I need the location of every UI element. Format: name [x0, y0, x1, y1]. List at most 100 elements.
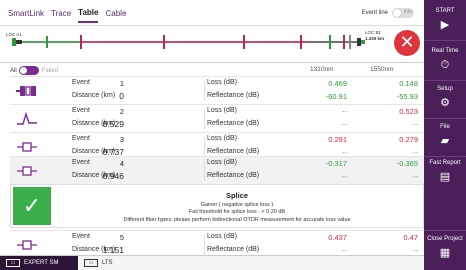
event-number: 1: [119, 79, 124, 88]
detail-title: Splice: [225, 191, 249, 200]
event-lines-label: Event line: [361, 10, 388, 16]
loss-1310: 0.437: [328, 233, 347, 242]
event-table: All Failed 1310nm 1550nm Event Distance …: [10, 64, 424, 255]
divider: [424, 40, 466, 41]
filter-toggle[interactable]: [18, 66, 39, 75]
splice-icon: [16, 137, 38, 157]
event-distance: 1.151: [102, 245, 124, 255]
file-button[interactable]: File ▰: [424, 124, 466, 147]
reflectance-label: Reflectance (dB): [207, 246, 260, 253]
connector-icon: [16, 81, 38, 101]
loss-1310: --: [342, 107, 347, 116]
detail-line: Gainer ( negative splice loss ): [200, 202, 274, 208]
start-button[interactable]: START ▶: [424, 8, 466, 31]
column-divider: [204, 81, 205, 101]
table-row[interactable]: Event Distance (km) 2 0.529 Loss (dB) Re…: [10, 104, 424, 132]
setup-button[interactable]: Setup ⚙: [424, 86, 466, 109]
column-divider: [204, 137, 205, 157]
event-detail-panel: ✓ Splice Gainer ( negative splice loss )…: [10, 184, 424, 228]
tab-lts[interactable]: ▭ LTS: [78, 256, 119, 270]
tab-expert-sm[interactable]: ▭ EXPERT SM: [0, 255, 78, 270]
link-map[interactable]: LOC A1 LOC B1 1.330 km ✕: [0, 27, 424, 61]
reflectance-1310: --: [342, 120, 347, 129]
table-row[interactable]: Event Distance (km) 5 1.151 Loss (dB) Re…: [10, 230, 424, 255]
gear-icon: ⚙: [440, 97, 450, 109]
toggle-knob: [19, 67, 27, 74]
folder-icon: ▰: [440, 135, 450, 147]
event-distance: 0: [119, 91, 124, 101]
column-divider: [204, 161, 205, 181]
table-row-selected[interactable]: Event Distance (km) 4 0.946 Loss (dB) Re…: [10, 156, 424, 184]
loc-a-label: LOC A1: [6, 32, 22, 37]
otdr-module-icon: ▭: [6, 259, 20, 267]
fast-report-button[interactable]: Fast Report ▤: [424, 160, 466, 183]
otdr-app: SmartLink Trace Table Cable Event line I…: [0, 0, 466, 270]
column-divider: [204, 109, 205, 129]
reflectance-label: Reflectance (dB): [207, 148, 260, 155]
loc-b-distance: 1.330 km: [365, 36, 385, 41]
file-label: File: [440, 124, 450, 130]
event-lines-toggle[interactable]: Info: [392, 8, 414, 18]
wavelength-1310-header: 1310nm: [310, 66, 334, 73]
event-number: 5: [119, 233, 124, 242]
splice-icon: [16, 235, 38, 255]
fail-status-icon: ✕: [394, 30, 420, 56]
grid-icon: ▦: [439, 247, 451, 259]
tab-cable[interactable]: Cable: [105, 3, 126, 22]
loss-1550: 0.148: [399, 79, 418, 88]
tab-bar: SmartLink Trace Table Cable Event line I…: [0, 0, 424, 26]
filter-failed-label: Failed: [41, 67, 59, 74]
reflectance-1550: --: [413, 246, 418, 255]
wavelength-1550-header: 1550nm: [370, 66, 394, 73]
detail-line: Different fiber types, please perform bi…: [123, 217, 351, 223]
toggle-knob: [393, 9, 401, 17]
filter-control: All Failed: [10, 66, 58, 75]
loss-1550: -0.365: [396, 159, 418, 168]
event-number: 2: [119, 107, 124, 116]
reflectance-1550: --: [413, 120, 418, 129]
divider: [424, 80, 466, 81]
start-label: START: [435, 8, 455, 14]
loss-1310: -0.317: [325, 159, 347, 168]
real-time-button[interactable]: Real Time ⏱: [424, 48, 466, 71]
tab-lts-label: LTS: [102, 260, 113, 266]
reflectance-1310: --: [342, 246, 347, 255]
loss-1550: 0.523: [399, 107, 418, 116]
loss-label: Loss (dB): [207, 135, 237, 142]
filter-all-label: All: [10, 67, 17, 74]
tab-expert-sm-label: EXPERT SM: [24, 260, 59, 266]
reflectance-1550: -55.93: [396, 92, 418, 101]
loss-label: Loss (dB): [207, 107, 237, 114]
bottom-bar: ▭ EXPERT SM ▭ LTS: [0, 255, 424, 270]
close-project-button[interactable]: Close Project ▦: [424, 236, 466, 259]
reflectance-label: Reflectance (dB): [207, 92, 260, 99]
loss-1310: 0.291: [328, 135, 347, 144]
table-row[interactable]: Event Distance (km) 1 0 Loss (dB) Reflec…: [10, 76, 424, 104]
divider: [424, 230, 466, 231]
loss-1550: 0.47: [403, 233, 418, 242]
link-map-graphic: [12, 35, 365, 49]
loss-1550: 0.279: [399, 135, 418, 144]
timer-icon: ⏱: [440, 59, 450, 71]
reflectance-label: Reflectance (dB): [207, 120, 260, 127]
loss-label: Loss (dB): [207, 79, 237, 86]
divider: [424, 118, 466, 119]
event-distance: 0.529: [102, 119, 124, 129]
pass-check-icon: ✓: [13, 187, 51, 225]
fast-report-label: Fast Report: [429, 160, 461, 166]
loss-label: Loss (dB): [207, 159, 237, 166]
tab-table[interactable]: Table: [78, 2, 99, 23]
reflectance-1550: --: [413, 172, 418, 181]
right-sidebar: START ▶ Real Time ⏱ Setup ⚙ File ▰ Fast …: [424, 0, 466, 270]
event-distance: 0.946: [102, 171, 124, 181]
reflective-event-icon: [16, 109, 38, 129]
play-icon: ▶: [440, 19, 450, 31]
close-project-label: Close Project: [427, 236, 463, 242]
tab-smartlink[interactable]: SmartLink: [8, 3, 44, 22]
otdr-module-icon: ▭: [84, 259, 98, 267]
loss-1310: 0.469: [328, 79, 347, 88]
divider: [424, 156, 466, 157]
real-time-label: Real Time: [431, 48, 459, 54]
event-number: 4: [119, 159, 124, 168]
tab-trace[interactable]: Trace: [51, 3, 71, 22]
